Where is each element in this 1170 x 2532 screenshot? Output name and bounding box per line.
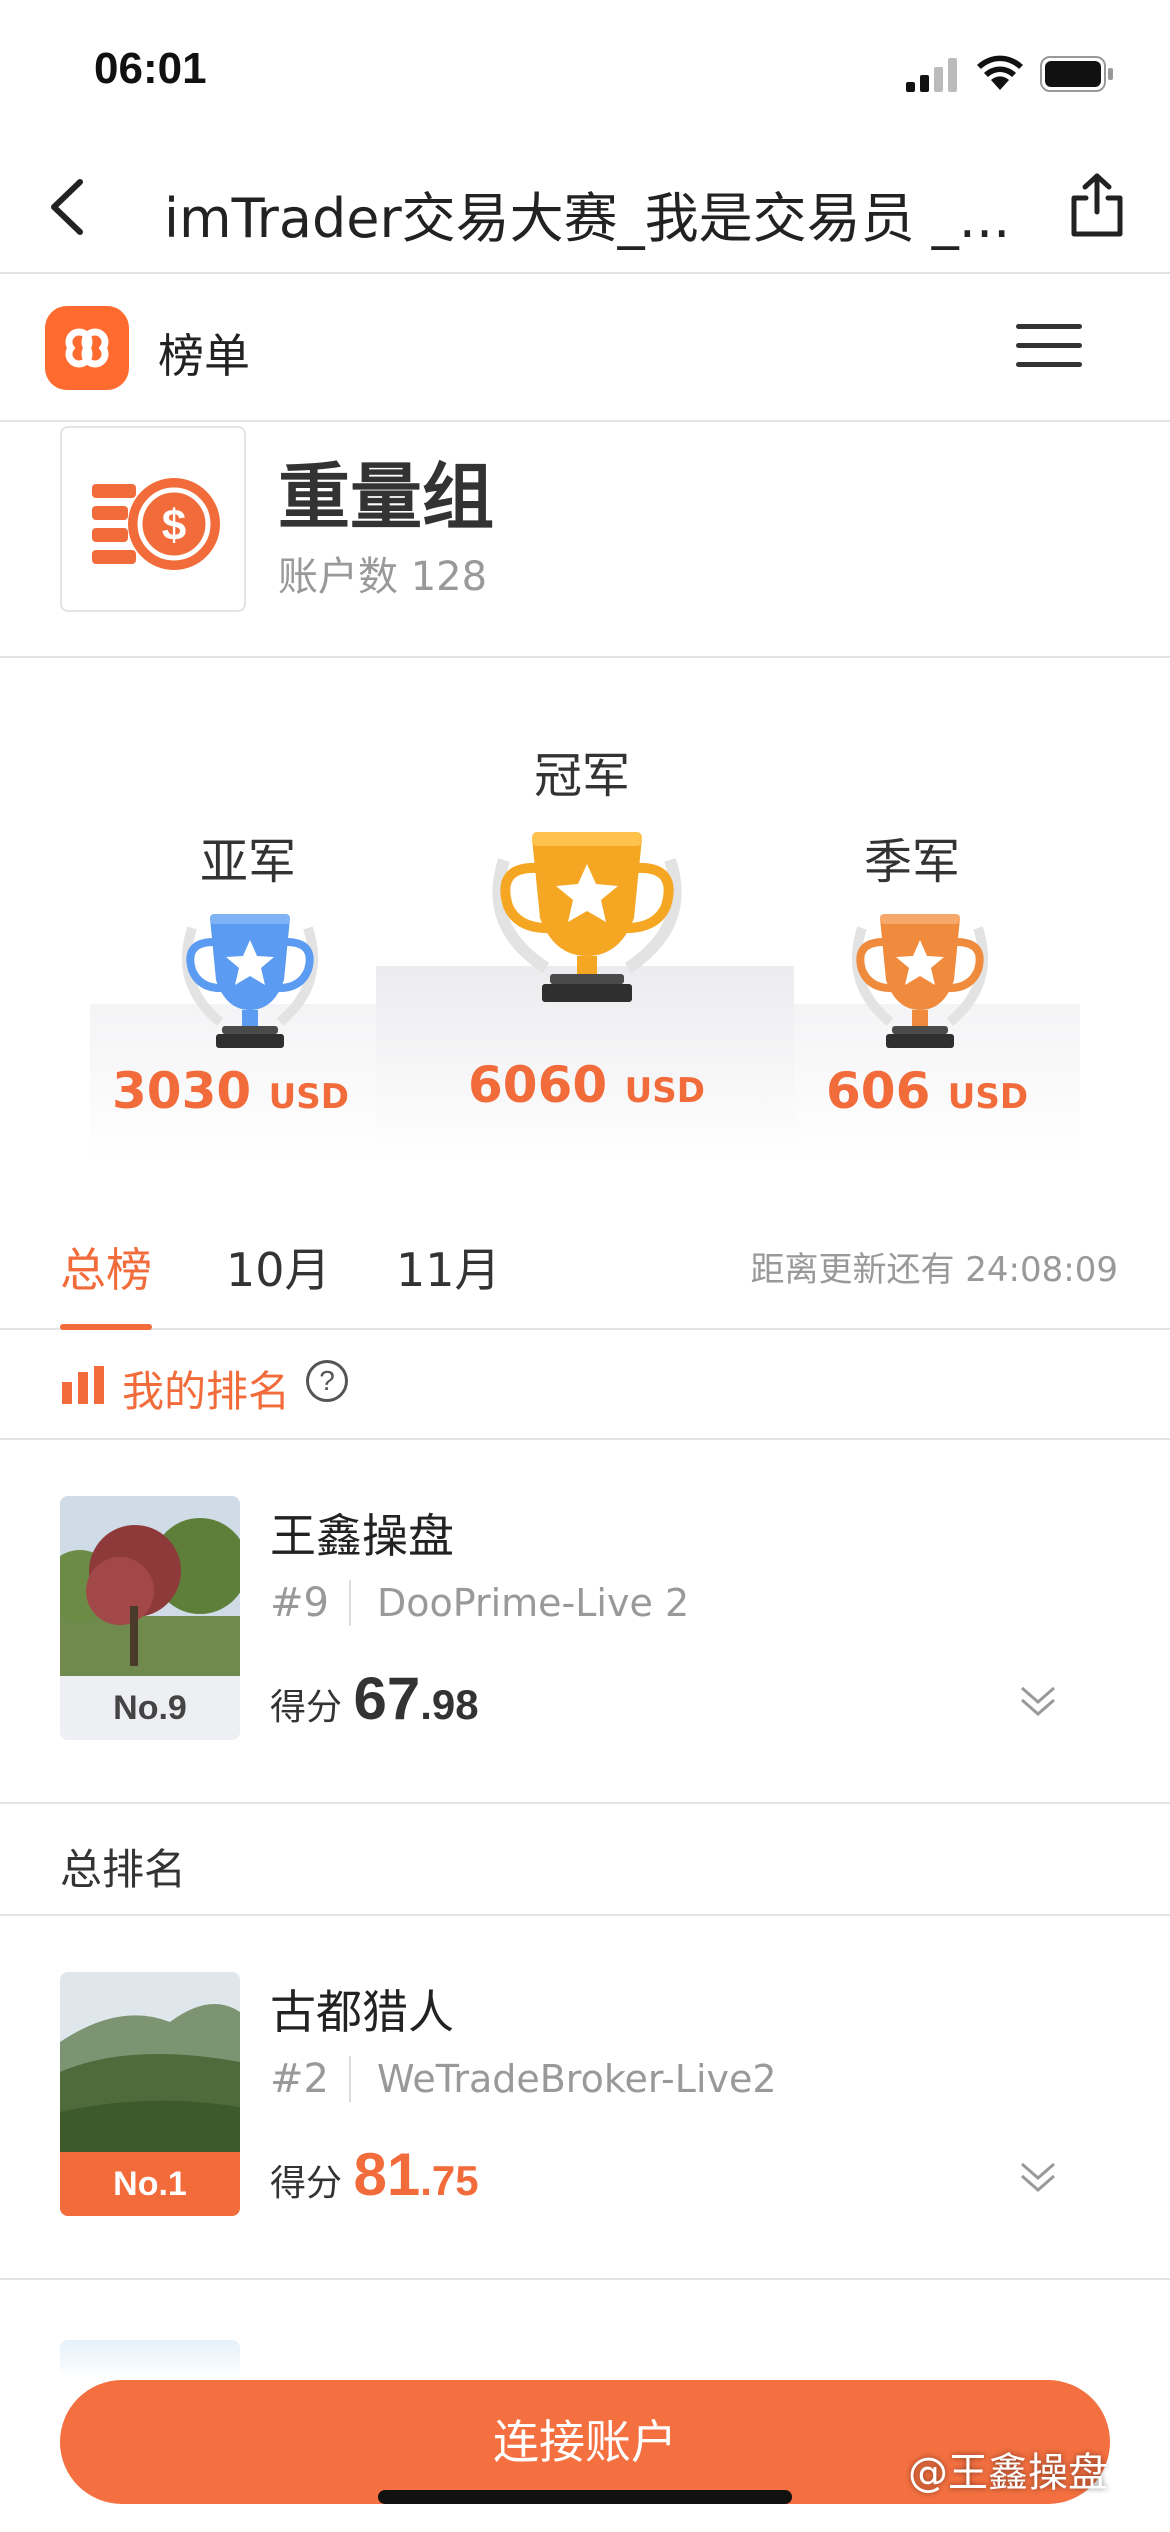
update-countdown: 距离更新还有 24:08:09 xyxy=(750,1250,1118,1290)
back-arrow-icon[interactable] xyxy=(40,176,96,238)
third-place-label: 季军 xyxy=(864,834,961,890)
status-bar: 06:01 xyxy=(0,0,1170,140)
overall-ranking-label: 总排名 xyxy=(60,1845,187,1894)
tab-overall[interactable]: 总榜 xyxy=(60,1234,152,1300)
bronze-trophy-icon xyxy=(851,914,989,1048)
my-rank-card[interactable]: No.9 王鑫操盘 #9 DooPrime-Live 2 得分 67.98 xyxy=(0,1440,1170,1804)
home-indicator xyxy=(378,2490,792,2504)
second-place-prize: 3030 USD xyxy=(112,1062,349,1120)
svg-text:$: $ xyxy=(162,501,186,550)
chevron-down-icon[interactable] xyxy=(1018,1684,1058,1720)
help-icon[interactable]: ? xyxy=(306,1360,348,1402)
ranking-list-item[interactable]: No.1 古都猎人 #2 WeTradeBroker-Live2 得分 81.75 xyxy=(0,1916,1170,2280)
third-place-prize: 606 USD xyxy=(826,1062,1029,1120)
rank-badge: No.9 xyxy=(60,1676,240,1740)
tab-november[interactable]: 11月 xyxy=(396,1234,501,1300)
group-title: 重量组 xyxy=(278,455,495,539)
my-rank-label: 我的排名 xyxy=(122,1367,291,1416)
page-title: imTrader交易大赛_我是交易员 _... xyxy=(164,187,1011,250)
player-name: 古都猎人 xyxy=(270,1985,454,2039)
player-meta: #2 WeTradeBroker-Live2 xyxy=(270,2056,777,2102)
status-time: 06:01 xyxy=(94,44,207,93)
player-rank-number: #2 xyxy=(270,2056,351,2102)
player-name: 王鑫操盘 xyxy=(270,1509,454,1563)
app-name: 榜单 xyxy=(158,329,250,383)
wifi-icon xyxy=(977,55,1023,90)
player-score: 得分 67.98 xyxy=(270,1665,479,1732)
hamburger-menu-icon[interactable] xyxy=(1016,324,1082,372)
first-place-label: 冠军 xyxy=(534,748,631,804)
navigation-bar: imTrader交易大赛_我是交易员 _... xyxy=(0,140,1170,274)
rank-badge: No.1 xyxy=(60,2152,240,2216)
app-header: 榜单 xyxy=(0,274,1170,422)
account-count: 账户数 128 xyxy=(278,554,488,600)
bar-chart-icon xyxy=(62,1366,104,1404)
avatar xyxy=(60,1496,240,1676)
avatar xyxy=(60,1972,240,2152)
prize-podium: 亚军 冠军 季军 3030 USD 6060 USD 606 USD xyxy=(0,660,1170,1180)
period-tabs: 总榜 10月 11月 距离更新还有 24:08:09 xyxy=(0,1180,1170,1330)
gold-trophy-icon xyxy=(492,832,682,1002)
overall-ranking-header: 总排名 xyxy=(0,1802,1170,1916)
silver-trophy-icon xyxy=(181,914,319,1048)
player-rank-number: #9 xyxy=(270,1580,351,1626)
app-logo-icon xyxy=(45,306,129,390)
watermark: @王鑫操盘 xyxy=(908,2450,1108,2496)
chevron-down-icon[interactable] xyxy=(1018,2160,1058,2196)
my-rank-header: 我的排名 ? xyxy=(0,1330,1170,1440)
player-score: 得分 81.75 xyxy=(270,2141,479,2208)
player-server: DooPrime-Live 2 xyxy=(376,1581,690,1625)
group-info: $ 重量组 账户数 128 xyxy=(0,422,1170,658)
player-server: WeTradeBroker-Live2 xyxy=(376,2057,777,2101)
coin-icon: $ xyxy=(60,426,246,612)
tab-october[interactable]: 10月 xyxy=(226,1234,331,1300)
cellular-signal-icon xyxy=(906,58,957,92)
battery-icon xyxy=(1040,56,1113,92)
share-icon[interactable] xyxy=(1066,172,1128,240)
second-place-label: 亚军 xyxy=(200,834,297,890)
player-meta: #9 DooPrime-Live 2 xyxy=(270,1580,689,1626)
first-place-prize: 6060 USD xyxy=(468,1056,705,1114)
